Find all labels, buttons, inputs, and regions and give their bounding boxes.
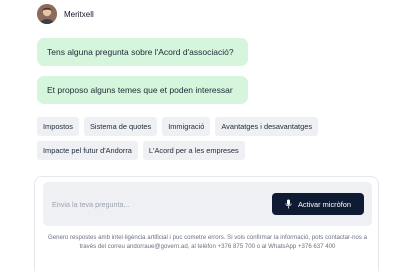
activate-microphone-button[interactable]: Activar micròfon	[272, 193, 364, 215]
topic-chip-acord-empreses[interactable]: L'Acord per a les empreses	[142, 141, 245, 160]
topic-chip-avantatges[interactable]: Avantatges i desavantatges	[215, 117, 319, 136]
question-input[interactable]	[52, 196, 252, 212]
chat-input-card: Activar micròfon Genero respostes amb in…	[34, 176, 379, 271]
topic-chip-impostos[interactable]: Impostos	[37, 117, 79, 136]
assistant-message: Tens alguna pregunta sobre l'Acord d'ass…	[37, 38, 248, 66]
suggested-topics: Impostos Sistema de quotes Immigració Av…	[37, 117, 377, 165]
topic-chip-impacte-futur[interactable]: Impacte pel futur d'Andorra	[37, 141, 138, 160]
microphone-icon	[285, 199, 292, 209]
topic-chip-sistema-de-quotes[interactable]: Sistema de quotes	[84, 117, 158, 136]
question-input-box: Activar micròfon	[43, 182, 372, 226]
assistant-message: Et proposo alguns temes que et poden int…	[37, 76, 248, 104]
topic-chip-immigracio[interactable]: Immigració	[162, 117, 211, 136]
assistant-name: Meritxell	[64, 9, 94, 19]
mic-button-label: Activar micròfon	[298, 199, 351, 209]
topic-row: Impacte pel futur d'Andorra L'Acord per …	[37, 141, 377, 160]
topic-row: Impostos Sistema de quotes Immigració Av…	[37, 117, 377, 136]
ai-disclaimer: Genero respostes amb intel·ligència arti…	[47, 234, 368, 251]
avatar	[37, 4, 57, 24]
chat-header: Meritxell	[37, 4, 94, 24]
